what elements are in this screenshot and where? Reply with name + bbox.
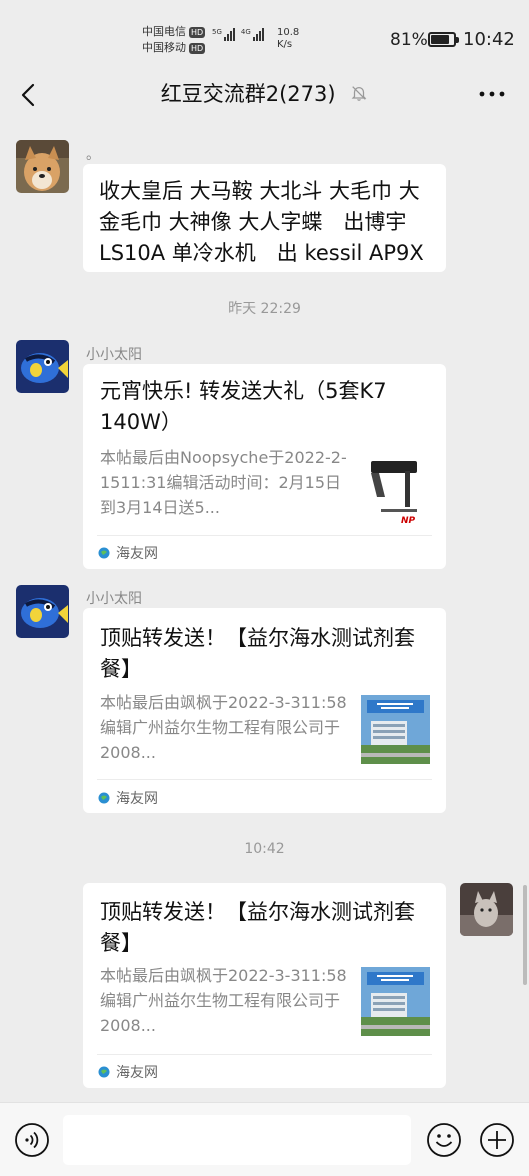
card-description: 本帖最后由飒枫于2022-3-311:58编辑广州益尔生物工程有限公司于2008… (100, 693, 347, 762)
link-card[interactable]: 元宵快乐! 转发送大礼（5套K7 140W） 本帖最后由Noopsyche于20… (83, 364, 446, 569)
message-input[interactable] (63, 1115, 411, 1165)
battery-percent: 81% (390, 30, 428, 50)
battery-icon (428, 32, 459, 47)
card-description: 本帖最后由Noopsyche于2022-2-1511:31编辑活动时间：2月15… (100, 448, 347, 517)
avatar[interactable] (16, 585, 69, 638)
timestamp: 昨天 22:29 (228, 301, 301, 317)
plus-icon[interactable] (479, 1122, 515, 1158)
globe-icon (98, 792, 110, 804)
avatar-self[interactable] (460, 883, 513, 936)
chat-title: 红豆交流群2(273) (0, 78, 529, 108)
network-speed: 10.8 K/s (277, 27, 299, 51)
carrier-info: 中国电信 HD 中国移动 HD (142, 24, 206, 56)
clock: 10:42 (463, 29, 515, 50)
scrollbar[interactable] (523, 885, 527, 985)
signal-indicators: 5G 4G (212, 28, 264, 41)
avatar[interactable] (16, 340, 69, 393)
hd-badge: HD (189, 42, 206, 54)
link-card[interactable]: 顶贴转发送！【益尔海水测试剂套餐】 本帖最后由飒枫于2022-3-311:58编… (83, 883, 446, 1088)
card-source: 海友网 (98, 1062, 158, 1082)
signal-4g-icon: 4G (241, 28, 264, 41)
sender-name: 小小太阳 (86, 347, 142, 363)
divider (97, 779, 432, 780)
message-bubble[interactable]: 收大皇后 大马鞍 大北斗 大毛巾 大金毛巾 大神像 大人字蝶 出博宇LS10A … (83, 164, 446, 272)
group-name: 红豆交流群2(273) (160, 82, 336, 106)
source-label: 海友网 (116, 546, 158, 562)
signal-5g-icon: 5G (212, 28, 235, 41)
lamp-image-icon: NP (361, 457, 430, 526)
fish-avatar-icon (16, 585, 69, 638)
divider (97, 535, 432, 536)
input-bar (0, 1102, 529, 1176)
dog-avatar-icon (16, 140, 69, 193)
speed-value: 10.8 (277, 27, 300, 38)
carrier-2: 中国移动 (142, 41, 186, 54)
globe-icon (98, 547, 110, 559)
carrier-1: 中国电信 (142, 25, 186, 38)
divider (97, 1054, 432, 1055)
link-card[interactable]: 顶贴转发送！【益尔海水测试剂套餐】 本帖最后由飒枫于2022-3-311:58编… (83, 608, 446, 813)
card-title: 顶贴转发送！【益尔海水测试剂套餐】 (100, 900, 415, 955)
card-thumbnail (361, 695, 430, 764)
card-thumbnail: NP (361, 457, 430, 526)
card-source: 海友网 (98, 788, 158, 808)
source-label: 海友网 (116, 1065, 158, 1081)
building-image-icon (361, 695, 430, 764)
avatar[interactable] (16, 140, 69, 193)
card-description: 本帖最后由飒枫于2022-3-311:58编辑广州益尔生物工程有限公司于2008… (100, 966, 347, 1035)
voice-icon[interactable] (14, 1122, 50, 1158)
battery-fill (431, 35, 449, 44)
sender-name: 。 (86, 147, 100, 163)
sender-name: 小小太阳 (86, 591, 142, 607)
hd-badge: HD (189, 26, 206, 38)
building-image-icon (361, 967, 430, 1036)
card-thumbnail (361, 967, 430, 1036)
card-title: 顶贴转发送！【益尔海水测试剂套餐】 (100, 626, 415, 681)
chat-header: 红豆交流群2(273) (0, 70, 529, 118)
status-bar: 中国电信 HD 中国移动 HD 5G 4G 10.8 K/s 81% 10:42 (0, 0, 529, 70)
timestamp: 10:42 (244, 841, 285, 857)
message-list[interactable]: 。 收大皇后 大马鞍 大北斗 大毛巾 大金毛巾 大神像 大人字蝶 出博宇LS10… (0, 118, 529, 1102)
bell-off-icon (351, 86, 367, 101)
fish-avatar-icon (16, 340, 69, 393)
globe-icon (98, 1066, 110, 1078)
card-title: 元宵快乐! 转发送大礼（5套K7 140W） (100, 379, 387, 434)
svg-text:NP: NP (401, 516, 416, 526)
speed-unit: K/s (277, 39, 293, 50)
source-label: 海友网 (116, 791, 158, 807)
card-source: 海友网 (98, 543, 158, 563)
net-type-1: 5G (212, 28, 222, 36)
emoji-icon[interactable] (426, 1122, 462, 1158)
cat-avatar-icon (460, 883, 513, 936)
net-type-2: 4G (240, 28, 251, 36)
more-horizontal-icon[interactable] (477, 82, 507, 106)
